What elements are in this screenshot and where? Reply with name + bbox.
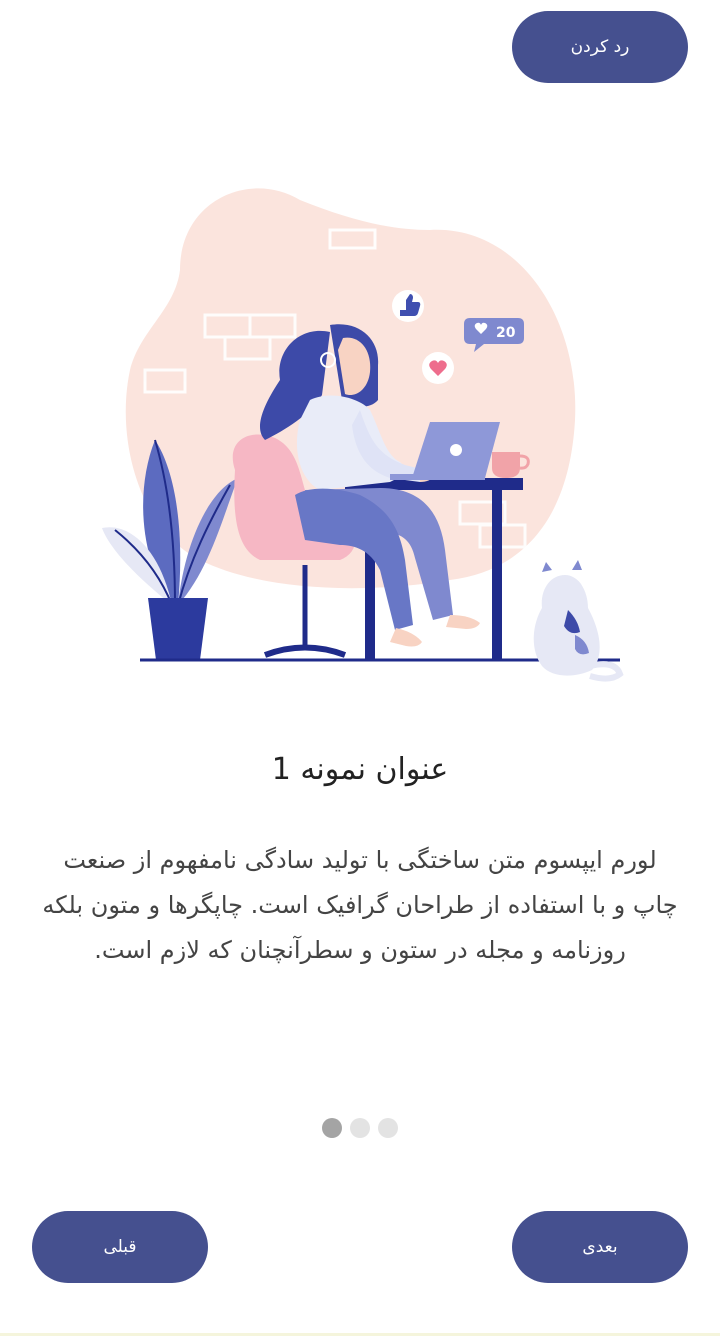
page-indicator	[322, 1118, 398, 1138]
next-button[interactable]: بعدی	[512, 1211, 688, 1283]
heart-badge-icon	[422, 352, 454, 384]
like-badge-icon	[392, 290, 424, 322]
slide-title: عنوان نمونه 1	[271, 752, 449, 787]
page-dot-2[interactable]	[350, 1118, 370, 1138]
previous-button[interactable]: قبلی	[32, 1211, 208, 1283]
onboarding-illustration: 20	[102, 188, 624, 682]
page-dot-1[interactable]	[322, 1118, 342, 1138]
skip-button[interactable]: رد کردن	[512, 11, 688, 83]
slide-description: لورم ایپسوم متن ساختگی با تولید سادگی نا…	[42, 846, 678, 964]
page-dot-3[interactable]	[378, 1118, 398, 1138]
notification-count: 20	[496, 325, 516, 341]
